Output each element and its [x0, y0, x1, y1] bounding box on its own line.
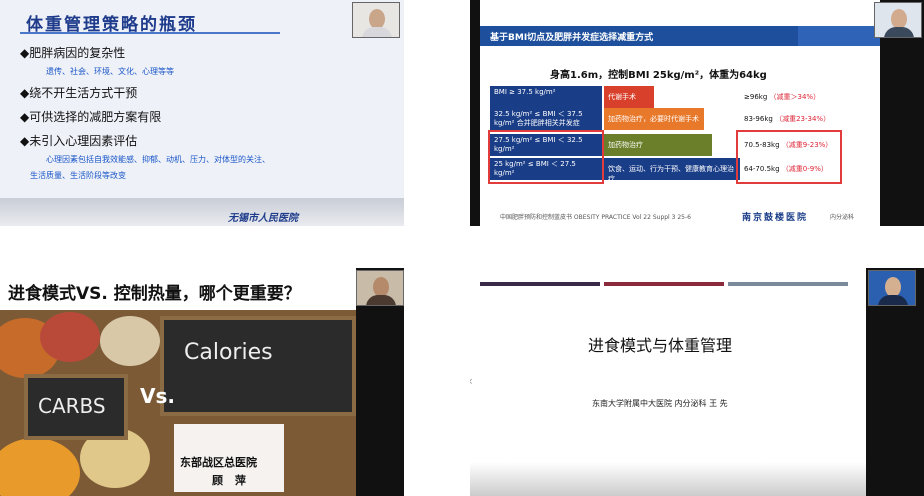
bullet-4-sub: 心理因素包括自我效能感、抑郁、动机、压力、对体型的关注、	[46, 155, 270, 164]
vs-text: Vs.	[140, 384, 175, 408]
result-1: ≥96kg （减重＞34%）	[744, 93, 821, 101]
slide-footer	[470, 462, 866, 496]
person-body	[366, 295, 396, 305]
food-image	[100, 316, 160, 366]
dept-name: 内分泌科	[830, 214, 855, 221]
video-tile-4[interactable]: 进食模式与体重管理 东南大学附属中大医院 内分泌科 王 先 ‹	[470, 268, 924, 496]
hospital-logo: 无锡市人民医院	[228, 213, 298, 224]
speaker-name: 顾 萍	[212, 474, 250, 487]
result-2: 83-96kg （减重23-34%）	[744, 115, 831, 123]
slide-title-bar: 进食模式VS. 控制热量，哪个更重要？	[0, 268, 356, 310]
slide-title: 进食模式VS. 控制热量，哪个更重要？	[8, 284, 301, 304]
decor-bar-3	[728, 282, 848, 286]
participant-camera-thumb[interactable]	[868, 270, 916, 306]
bmi-row-2: 32.5 kg/m² ≤ BMI ＜ 37.5 kg/m² 合并肥胖相关并发症	[490, 108, 602, 130]
bmi-row-1: BMI ≥ 37.5 kg/m²	[490, 86, 602, 108]
video-tile-3[interactable]: Calories CARBS Vs. 进食模式VS. 控制热量，哪个更重要？ 东…	[0, 268, 404, 496]
participant-camera-thumb[interactable]	[356, 270, 404, 306]
bullet-2: ◆绕不开生活方式干预	[20, 86, 138, 100]
citation: 中国肥胖预防和控制蓝皮书 OBESITY PRACTICE Vol 22 Sup…	[500, 214, 691, 221]
person-face	[891, 9, 907, 29]
slide-header: 基于BMI切点及肥胖并发症选择减重方式	[480, 26, 798, 46]
bullet-3: ◆可供选择的减肥方案有限	[20, 110, 162, 124]
shared-slide: Calories CARBS Vs. 进食模式VS. 控制热量，哪个更重要？ 东…	[0, 268, 356, 496]
slide-header-accent	[798, 26, 880, 46]
person-face	[373, 277, 389, 297]
title-underline	[20, 32, 280, 34]
participant-camera-thumb[interactable]	[352, 2, 400, 38]
person-body	[362, 27, 392, 37]
shared-slide: 基于BMI切点及肥胖并发症选择减重方式 身高1.6m，控制BMI 25kg/m²…	[480, 0, 880, 226]
person-body	[884, 27, 914, 37]
person-body	[878, 295, 908, 305]
slide-footer	[0, 198, 404, 226]
video-tile-2[interactable]: 基于BMI切点及肥胖并发症选择减重方式 身高1.6m，控制BMI 25kg/m²…	[470, 0, 924, 226]
bullet-1: ◆肥胖病因的复杂性	[20, 46, 126, 60]
slide-author: 东南大学附属中大医院 内分泌科 王 先	[592, 399, 728, 408]
person-face	[885, 277, 901, 297]
slide-header-text: 基于BMI切点及肥胖并发症选择减重方式	[490, 33, 654, 43]
method-1: 代谢手术	[604, 86, 654, 108]
video-tile-1[interactable]: 体重管理策略的瓶颈 ◆肥胖病因的复杂性 遗传、社会、环境、文化、心理等等 ◆绕不…	[0, 0, 404, 226]
bullet-4-sub-extra: 生活质量、生活阶段等改变	[30, 171, 126, 180]
prev-slide-arrow[interactable]: ‹	[470, 374, 473, 388]
food-image	[40, 312, 100, 362]
calories-chalkboard	[160, 316, 356, 416]
speaker-info-box: 东部战区总医院 顾 萍	[174, 424, 284, 492]
bullet-1-sub: 遗传、社会、环境、文化、心理等等	[46, 67, 174, 76]
decor-bar-1	[480, 282, 600, 286]
participant-camera-thumb[interactable]	[874, 2, 922, 38]
food-image	[0, 438, 80, 496]
hospital-name: 南京鼓楼医院	[742, 213, 809, 223]
decor-bar-2	[604, 282, 724, 286]
hospital-name: 东部战区总医院	[180, 456, 257, 469]
method-4: 饮食、运动、行为干预、健康教育心理治疗	[604, 158, 740, 183]
method-2: 加药物治疗，必要时代谢手术	[604, 108, 704, 130]
highlight-box-right	[736, 130, 842, 184]
bullet-4: ◆未引入心理因素评估	[20, 134, 138, 148]
shared-slide: 进食模式与体重管理 东南大学附属中大医院 内分泌科 王 先 ‹	[470, 268, 866, 496]
calories-text: Calories	[184, 340, 273, 365]
highlight-box-left	[488, 130, 604, 184]
slide-subtitle: 身高1.6m，控制BMI 25kg/m²，体重为64kg	[550, 70, 767, 81]
person-face	[369, 9, 385, 29]
method-3: 加药物治疗	[604, 134, 712, 156]
carbs-text: CARBS	[38, 394, 106, 418]
slide-title: 进食模式与体重管理	[588, 336, 733, 355]
